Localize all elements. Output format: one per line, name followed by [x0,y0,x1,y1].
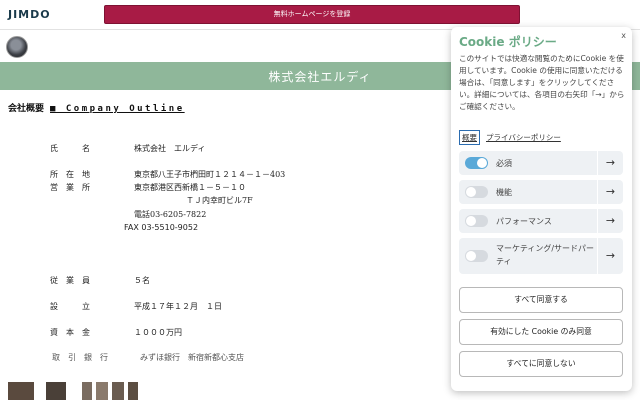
summary-link[interactable]: 概要 [459,130,480,145]
capital-label: 資 本 金 [50,328,90,337]
employees-value: ５名 [134,276,150,285]
photo-thumbnail[interactable] [112,382,124,400]
founded-label: 設 立 [50,302,90,311]
jimdo-logo[interactable]: JIMDO [8,8,51,21]
privacy-policy-link[interactable]: プライバシーポリシー [486,133,561,142]
cookie-description: このサイトでは快適な閲覧のためにCookie を使用しています。Cookie の… [459,54,625,111]
photo-thumbnail[interactable] [46,382,66,400]
category-label: 必須 [496,159,512,168]
photo-thumbnail[interactable] [128,382,138,400]
site-avatar[interactable] [6,36,28,58]
cookie-category-marketing: マーケティング/サードパーティ → [459,238,623,274]
photo-thumbnail[interactable] [96,382,108,400]
photo-thumbnail[interactable] [82,382,92,400]
arrow-right-icon[interactable]: → [597,180,623,204]
photo-thumbnail[interactable] [8,382,34,400]
category-label: 機能 [496,188,512,197]
phone-number: 電話03-6205-7822 [134,210,207,219]
cookie-policy-panel: x Cookie ポリシー このサイトでは快適な閲覧のためにCookie を使用… [451,27,632,391]
office-value-line1: 東京都港区西新橋１－５－１０ [134,183,246,192]
register-homepage-button[interactable]: 無料ホームページを登録 [104,5,520,24]
top-bar: JIMDO 無料ホームページを登録 [0,0,640,30]
accept-selected-button[interactable]: 有効にした Cookie のみ同意 [459,319,623,345]
category-label: マーケティング/サードパーティ [496,244,595,266]
cookie-category-performance: パフォーマンス → [459,209,623,233]
name-value: 株式会社 エルディ [134,144,206,153]
category-label: パフォーマンス [496,217,552,226]
founded-value: 平成１７年１２月 １日 [134,302,222,311]
company-outline-heading: 会社概要 ■ Company Outline [8,101,185,114]
heading-jp: 会社概要 [8,104,45,114]
bank-label: 取 引 銀 行 [52,353,108,362]
office-value-line2: ＴＪ内幸町ビル7F [186,196,253,205]
cookie-category-functional: 機能 → [459,180,623,204]
toggle-knob [466,187,476,197]
heading-en: ■ Company Outline [50,104,185,114]
arrow-right-icon[interactable]: → [597,151,623,175]
fax-number: FAX 03-5510-9052 [124,223,199,232]
accept-all-button[interactable]: すべて同意する [459,287,623,313]
employees-label: 従 業 員 [50,276,90,285]
arrow-right-icon[interactable]: → [597,209,623,233]
address-label: 所 在 地 [50,170,90,179]
bank-value: みずほ銀行 新宿新都心支店 [140,353,244,362]
office-label: 営 業 所 [50,183,90,192]
marketing-toggle[interactable] [465,250,488,262]
toggle-knob [466,251,476,261]
address-value: 東京都八王子市椚田町１２１４－１－403 [134,170,286,179]
toggle-knob [477,158,487,168]
toggle-knob [466,216,476,226]
cookie-links: 概要 プライバシーポリシー [459,130,561,145]
required-toggle[interactable] [465,157,488,169]
performance-toggle[interactable] [465,215,488,227]
functional-toggle[interactable] [465,186,488,198]
reject-all-button[interactable]: すべてに同意しない [459,351,623,377]
capital-value: １０００万円 [134,328,182,337]
cookie-title: Cookie ポリシー [459,35,557,49]
arrow-right-icon[interactable]: → [597,238,623,274]
name-label: 氏 名 [50,144,90,153]
close-icon[interactable]: x [621,31,626,40]
cookie-category-required: 必須 → [459,151,623,175]
